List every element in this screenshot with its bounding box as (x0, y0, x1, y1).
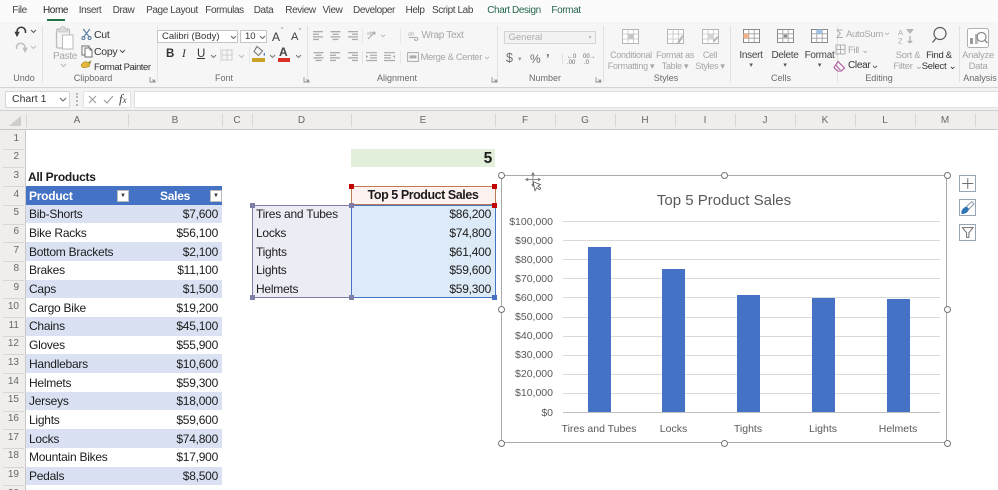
svg-text:.00: .00 (567, 60, 576, 66)
svg-text:ab: ab (367, 31, 373, 37)
svg-text:.0: .0 (584, 60, 590, 66)
svg-text:Z: Z (898, 37, 903, 46)
svg-text:ab: ab (408, 32, 414, 38)
